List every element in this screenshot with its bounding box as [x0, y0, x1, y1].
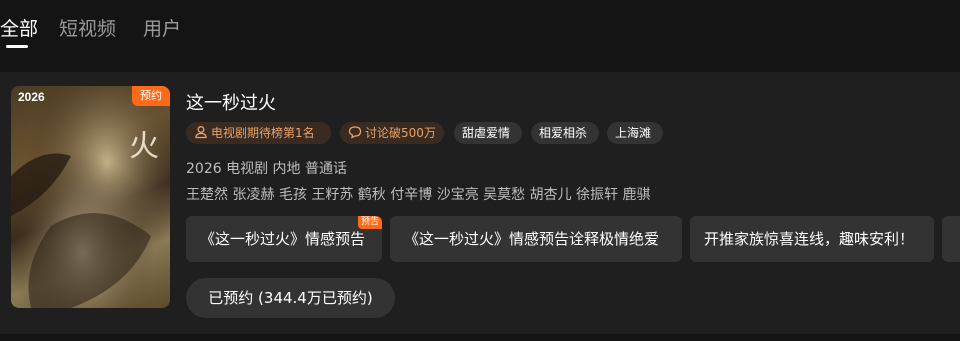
rank-tag-label: 电视剧期待榜第1名	[211, 126, 315, 140]
show-meta: 2026 电视剧 内地 普通话	[186, 161, 347, 177]
active-tab-indicator	[6, 45, 28, 48]
search-tabs: 全部 短视频 用户	[0, 0, 960, 60]
clip-title: 《这一秒过火》情感预告	[200, 230, 366, 248]
poster-title-art: 火	[129, 129, 159, 164]
poster-year: 2026	[18, 90, 45, 104]
clip-title: 开推家族惊喜连线，趣味安利！	[704, 230, 915, 248]
tab-short-video[interactable]: 短视频	[59, 14, 116, 41]
clip-item[interactable]: 开推家族惊喜连线，趣味安利！	[690, 216, 934, 262]
reserved-button[interactable]: 已预约 (344.4万已预约)	[186, 278, 395, 318]
reserve-badge: 预约	[132, 86, 170, 106]
discuss-tag-label: 讨论破500万	[365, 126, 436, 140]
clip-item[interactable]	[942, 216, 960, 262]
result-card: 火 2026 预约 这一秒过火 电视剧期待榜第1名 讨论破500万 甜虐爱情 相…	[0, 72, 960, 334]
person-icon	[195, 126, 207, 139]
clip-title: 《这一秒过火》情感预告诠释极情绝爱	[404, 230, 660, 248]
genre-tag[interactable]: 上海滩	[607, 122, 663, 144]
genre-tag[interactable]: 甜虐爱情	[454, 122, 522, 144]
poster-art: 火	[11, 86, 170, 308]
clip-list: 《这一秒过火》情感预告 预告 《这一秒过火》情感预告诠释极情绝爱 开推家族惊喜连…	[186, 216, 960, 262]
clip-item[interactable]: 《这一秒过火》情感预告诠释极情绝爱	[390, 216, 682, 262]
show-title[interactable]: 这一秒过火	[186, 89, 276, 115]
comment-icon	[348, 126, 362, 139]
genre-tag[interactable]: 相爱相杀	[531, 122, 599, 144]
poster-image[interactable]: 火 2026 预约	[11, 86, 170, 308]
clip-item[interactable]: 《这一秒过火》情感预告 预告	[186, 216, 382, 262]
rank-tag[interactable]: 电视剧期待榜第1名	[186, 122, 331, 144]
tab-all[interactable]: 全部	[0, 14, 38, 41]
trailer-badge: 预告	[357, 216, 382, 229]
discuss-tag[interactable]: 讨论破500万	[340, 122, 444, 144]
tab-users[interactable]: 用户	[143, 14, 181, 41]
cast-list: 王楚然 张凌赫 毛孩 王籽苏 鹤秋 付辛博 沙宝亮 吴莫愁 胡杏儿 徐振轩 鹿骐	[186, 187, 651, 203]
